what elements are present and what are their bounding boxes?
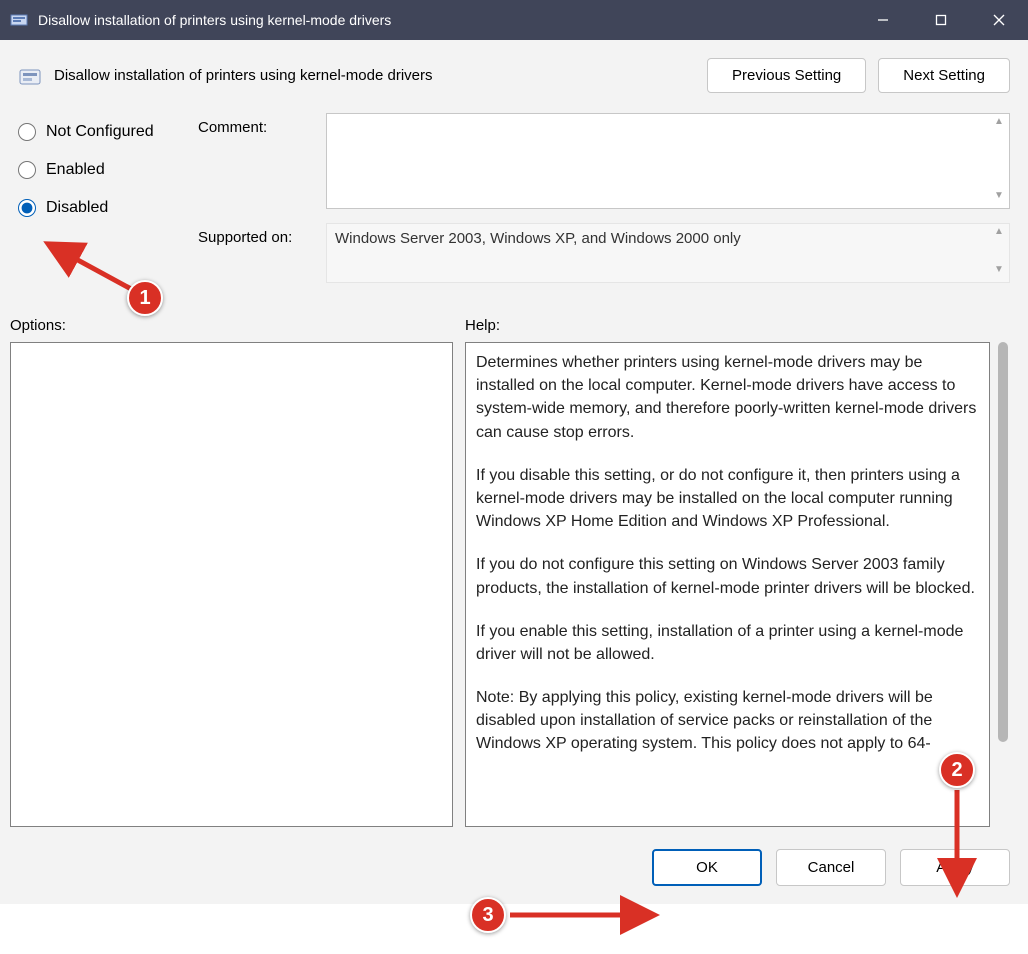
scroll-up-icon: ▲ xyxy=(991,226,1007,242)
radio-not-configured[interactable]: Not Configured xyxy=(18,123,198,141)
scroll-down-icon: ▼ xyxy=(991,264,1007,280)
cancel-button[interactable]: Cancel xyxy=(776,849,886,886)
help-text-p1: Determines whether printers using kernel… xyxy=(476,351,979,444)
state-radio-group: Not Configured Enabled Disabled xyxy=(18,113,198,297)
radio-disabled-input[interactable] xyxy=(18,199,36,217)
radio-enabled-input[interactable] xyxy=(18,161,36,179)
help-text-p3: If you do not configure this setting on … xyxy=(476,553,979,599)
policy-icon xyxy=(18,64,42,88)
supported-on-value: Windows Server 2003, Windows XP, and Win… xyxy=(335,230,741,247)
maximize-icon xyxy=(935,14,947,26)
scroll-down-icon: ▼ xyxy=(991,190,1007,206)
minimize-button[interactable] xyxy=(854,0,912,40)
help-section-label: Help: xyxy=(465,317,500,334)
radio-enabled[interactable]: Enabled xyxy=(18,161,198,179)
help-scrollbar[interactable] xyxy=(996,342,1010,827)
supported-on-label: Supported on: xyxy=(198,223,326,246)
dialog-footer: OK Cancel Apply xyxy=(0,827,1028,904)
panels: Determines whether printers using kernel… xyxy=(0,342,1028,827)
section-labels: Options: Help: xyxy=(0,297,1028,342)
help-scrollbar-thumb[interactable] xyxy=(998,342,1008,742)
supported-on-field: Windows Server 2003, Windows XP, and Win… xyxy=(326,223,1010,283)
config-section: Not Configured Enabled Disabled Comment:… xyxy=(0,101,1028,297)
next-setting-button[interactable]: Next Setting xyxy=(878,58,1010,93)
close-icon xyxy=(993,14,1005,26)
help-panel: Determines whether printers using kernel… xyxy=(465,342,990,827)
minimize-icon xyxy=(877,14,889,26)
maximize-button[interactable] xyxy=(912,0,970,40)
close-button[interactable] xyxy=(970,0,1028,40)
scroll-up-icon: ▲ xyxy=(991,116,1007,132)
radio-disabled[interactable]: Disabled xyxy=(18,199,198,217)
policy-title: Disallow installation of printers using … xyxy=(54,67,695,84)
help-text-p4: If you enable this setting, installation… xyxy=(476,620,979,666)
options-panel xyxy=(10,342,453,827)
radio-not-configured-label: Not Configured xyxy=(46,123,154,141)
options-section-label: Options: xyxy=(10,317,465,334)
previous-setting-button[interactable]: Previous Setting xyxy=(707,58,866,93)
help-text-p2: If you disable this setting, or do not c… xyxy=(476,464,979,534)
window-titlebar: Disallow installation of printers using … xyxy=(0,0,1028,40)
window-title: Disallow installation of printers using … xyxy=(38,12,391,28)
apply-button[interactable]: Apply xyxy=(900,849,1010,886)
radio-not-configured-input[interactable] xyxy=(18,123,36,141)
ok-button[interactable]: OK xyxy=(652,849,762,886)
radio-disabled-label: Disabled xyxy=(46,199,108,217)
policy-header: Disallow installation of printers using … xyxy=(0,40,1028,101)
radio-enabled-label: Enabled xyxy=(46,161,105,179)
help-text-p5: Note: By applying this policy, existing … xyxy=(476,686,979,756)
app-icon xyxy=(10,11,28,29)
comment-input[interactable]: ▲ ▼ xyxy=(326,113,1010,209)
comment-label: Comment: xyxy=(198,113,326,136)
